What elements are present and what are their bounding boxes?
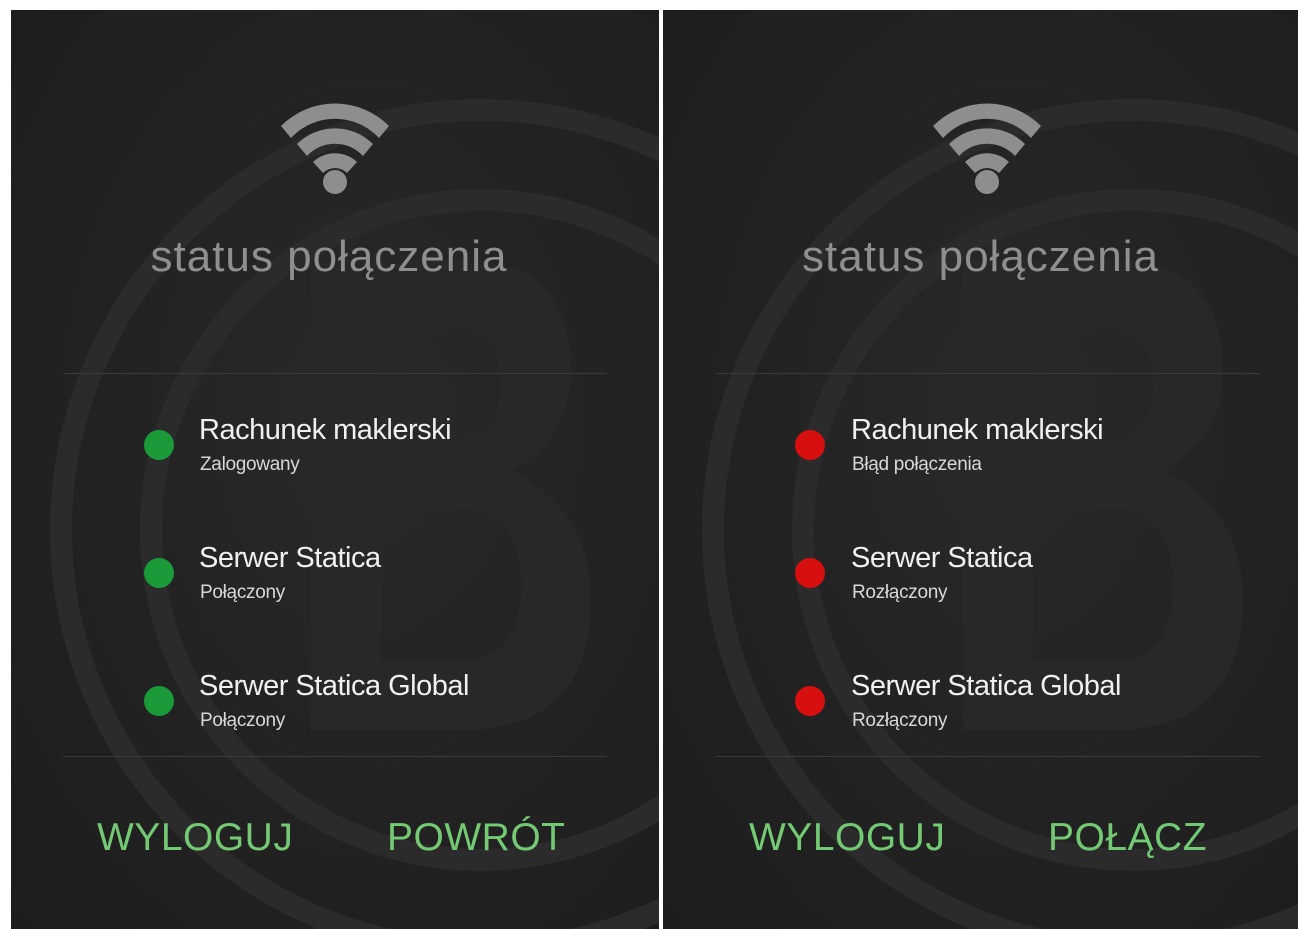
status-item-statica-global-server: Serwer Statica Global Połączony — [11, 660, 659, 740]
status-item-name: Serwer Statica — [199, 542, 381, 574]
status-item-brokerage-account: Rachunek maklerski Zalogowany — [11, 404, 659, 484]
status-item-name: Serwer Statica Global — [199, 670, 469, 702]
status-item-name: Rachunek maklerski — [851, 414, 1104, 446]
status-item-name: Serwer Statica Global — [851, 670, 1121, 702]
status-item-name: Serwer Statica — [851, 542, 1033, 574]
divider — [63, 756, 607, 757]
status-dot-connected — [144, 558, 174, 588]
status-item-brokerage-account: Rachunek maklerski Błąd połączenia — [663, 404, 1298, 484]
connection-status-screen-disconnected: status połączenia Rachunek maklerski Błą… — [663, 10, 1298, 929]
back-button[interactable]: POWRÓT — [387, 816, 565, 860]
status-item-state: Zalogowany — [200, 454, 300, 475]
connect-button[interactable]: POŁĄCZ — [1048, 816, 1207, 860]
status-item-state: Błąd połączenia — [852, 454, 982, 475]
divider — [715, 373, 1260, 374]
logout-button[interactable]: WYLOGUJ — [97, 816, 293, 860]
screens-container: status połączenia Rachunek maklerski Zal… — [0, 0, 1298, 929]
status-item-statica-global-server: Serwer Statica Global Rozłączony — [663, 660, 1298, 740]
divider — [715, 756, 1260, 757]
status-item-state: Rozłączony — [852, 582, 948, 603]
status-item-state: Rozłączony — [852, 710, 948, 731]
wifi-icon — [281, 103, 389, 194]
divider — [63, 373, 607, 374]
status-item-state: Połączony — [200, 710, 285, 731]
page-title: status połączenia — [802, 232, 1159, 281]
logout-button[interactable]: WYLOGUJ — [749, 816, 945, 860]
status-dot-error — [795, 686, 825, 716]
status-item-statica-server: Serwer Statica Rozłączony — [663, 532, 1298, 612]
status-item-statica-server: Serwer Statica Połączony — [11, 532, 659, 612]
page-title: status połączenia — [150, 232, 508, 281]
connection-status-screen-connected: status połączenia Rachunek maklerski Zal… — [11, 10, 659, 929]
status-item-state: Połączony — [200, 582, 285, 603]
status-dot-connected — [144, 430, 174, 460]
status-dot-error — [795, 558, 825, 588]
status-dot-error — [795, 430, 825, 460]
status-item-name: Rachunek maklerski — [199, 414, 452, 446]
wifi-icon — [933, 103, 1041, 194]
status-dot-connected — [144, 686, 174, 716]
